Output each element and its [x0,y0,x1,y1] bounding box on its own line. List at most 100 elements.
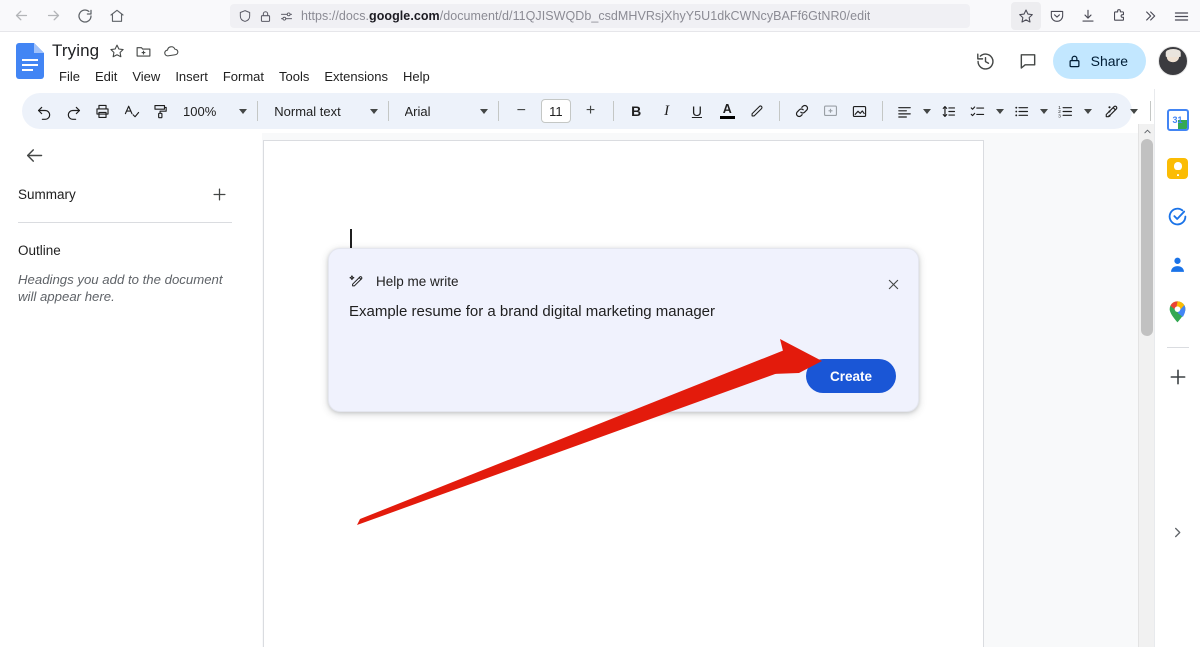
create-button[interactable]: Create [805,359,896,393]
help-me-write-dialog[interactable]: Help me write Example resume for a brand… [328,248,919,412]
text-cursor [350,229,352,248]
summary-section-header: Summary [18,179,232,209]
scrollbar-thumb[interactable] [1141,139,1153,336]
browser-toolbar: https://docs.google.com/document/d/11QJI… [0,0,1200,32]
star-icon[interactable] [109,43,125,59]
bulleted-list-icon[interactable] [1008,97,1036,125]
extensions-icon[interactable] [1104,2,1134,30]
paragraph-style-selector[interactable]: Normal text [266,97,379,125]
outline-empty-hint: Headings you add to the document will ap… [18,272,223,304]
download-icon[interactable] [1073,2,1103,30]
align-left-icon[interactable] [891,97,919,125]
insert-link-icon[interactable] [788,97,816,125]
document-outline-sidebar: Summary Outline Headings you add to the … [0,133,262,647]
address-bar[interactable]: https://docs.google.com/document/d/11QJI… [230,4,970,28]
increase-font-size-button[interactable]: + [577,97,605,125]
vertical-scrollbar[interactable] [1138,124,1155,647]
menu-help[interactable]: Help [396,66,437,87]
bold-button[interactable]: B [622,97,651,125]
document-page[interactable]: Help me write Example resume for a brand… [263,140,984,647]
underline-button[interactable]: U [682,97,711,125]
version-history-icon[interactable] [969,44,1003,78]
spellcheck-icon[interactable] [117,97,145,125]
help-me-write-title: Help me write [376,273,459,289]
numbered-list-icon[interactable]: 123 [1052,97,1080,125]
add-on-plus-icon[interactable] [1161,360,1195,394]
menu-format[interactable]: Format [216,66,271,87]
forward-button[interactable] [38,2,68,30]
overflow-chevrons-icon[interactable] [1135,2,1165,30]
pocket-icon[interactable] [1042,2,1072,30]
shield-icon[interactable] [238,9,252,23]
align-dropdown-caret[interactable] [920,97,934,125]
font-family-selector[interactable]: Arial [397,97,491,125]
text-color-button[interactable]: A [713,97,742,125]
google-keep-icon[interactable] [1161,151,1195,185]
paint-format-icon[interactable] [146,97,174,125]
share-button-label: Share [1090,53,1128,69]
google-maps-icon[interactable] [1161,295,1195,329]
menu-file[interactable]: File [52,66,87,87]
editing-pencil-icon[interactable] [1097,97,1125,125]
google-contacts-icon[interactable] [1161,247,1195,281]
line-spacing-icon[interactable] [935,97,963,125]
insert-image-icon[interactable] [846,97,874,125]
zoom-selector[interactable]: 100% [175,97,249,125]
google-docs-logo-icon[interactable] [16,43,44,79]
checklist-dropdown-caret[interactable] [993,97,1007,125]
home-button[interactable] [102,2,132,30]
lock-icon[interactable] [259,10,272,23]
toolbar-pill: 100% Normal text Arial − 11 + B I U A 1 … [22,93,1132,129]
chevron-down-icon [1083,108,1092,114]
permissions-icon[interactable] [279,10,294,23]
url-text[interactable]: https://docs.google.com/document/d/11QJI… [301,9,870,23]
bulleted-list-dropdown-caret[interactable] [1037,97,1051,125]
menu-extensions[interactable]: Extensions [317,66,395,87]
document-title[interactable]: Trying [52,41,99,61]
back-button[interactable] [6,2,36,30]
chevron-down-icon [922,108,931,114]
close-icon[interactable] [880,271,906,297]
undo-icon[interactable] [30,97,58,125]
checklist-icon[interactable] [964,97,992,125]
print-icon[interactable] [88,97,116,125]
decrease-font-size-button[interactable]: − [507,97,535,125]
share-button[interactable]: Share [1052,43,1146,79]
avatar[interactable] [1158,46,1188,76]
google-tasks-icon[interactable] [1161,199,1195,233]
arrow-back-icon[interactable] [18,139,50,171]
document-canvas[interactable]: Help me write Example resume for a brand… [262,133,1138,647]
scroll-up-icon[interactable] [1139,124,1155,139]
add-comment-icon[interactable] [817,97,845,125]
editing-mode-caret[interactable] [1127,97,1141,125]
lock-icon [1067,54,1082,69]
bookmark-star-icon[interactable] [1011,2,1041,30]
italic-button[interactable]: I [652,97,681,125]
menu-insert[interactable]: Insert [168,66,215,87]
app-menu-icon[interactable] [1166,2,1196,30]
menu-view[interactable]: View [125,66,167,87]
plus-icon[interactable] [206,181,232,207]
menu-edit[interactable]: Edit [88,66,124,87]
font-size-input[interactable]: 11 [541,99,571,123]
chevron-right-icon[interactable] [1163,517,1193,547]
highlight-pen-icon[interactable] [743,97,771,125]
redo-icon[interactable] [59,97,87,125]
reload-button[interactable] [70,2,100,30]
comment-history-icon[interactable] [1011,44,1045,78]
side-panel-rail [1154,89,1200,647]
google-calendar-icon[interactable] [1161,103,1195,137]
paragraph-style-value: Normal text [274,103,341,119]
move-to-folder-icon[interactable] [135,43,152,60]
toolbar-separator [881,101,883,121]
docs-header: Trying File Edit View Insert Format Tool… [0,33,1200,89]
docs-menubar: File Edit View Insert Format Tools Exten… [52,66,437,87]
numbered-list-dropdown-caret[interactable] [1081,97,1095,125]
chevron-down-icon [480,108,489,114]
cloud-saved-icon[interactable] [162,43,181,60]
text-color-letter: A [722,102,732,116]
menu-tools[interactable]: Tools [272,66,316,87]
chevron-down-icon [369,108,378,114]
help-me-write-prompt[interactable]: Example resume for a brand digital marke… [349,301,879,323]
chevron-down-icon [1130,108,1138,114]
